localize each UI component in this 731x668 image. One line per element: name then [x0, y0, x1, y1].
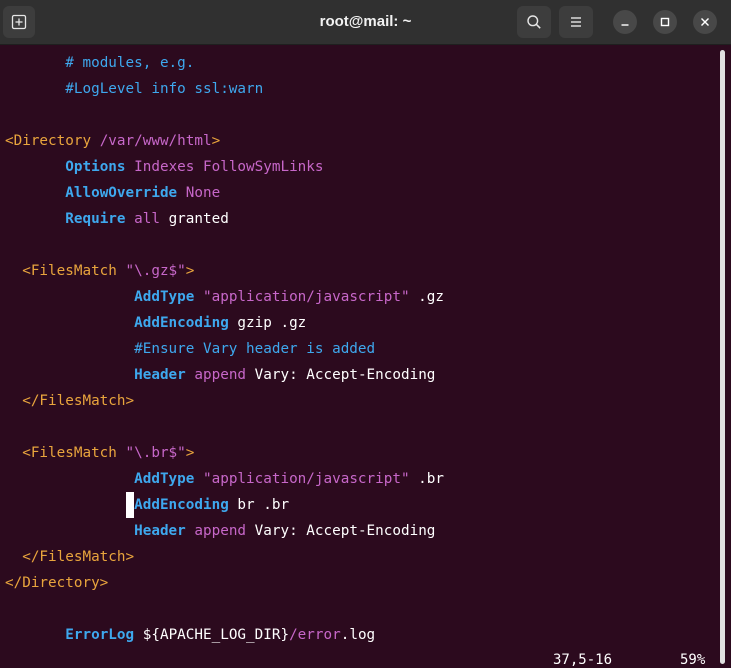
code-token: > — [185, 263, 195, 279]
scroll-percent: 59% — [680, 652, 706, 668]
minimize-icon — [621, 24, 629, 26]
code-token: > — [211, 133, 221, 149]
code-token: <FilesMatch — [22, 263, 126, 279]
code-token: Header — [134, 523, 186, 539]
code-token: </Directory> — [5, 575, 109, 591]
code-token: br .br — [228, 497, 290, 513]
code-token: granted — [159, 211, 229, 227]
code-token: </FilesMatch> — [22, 549, 135, 565]
code-token: #Ensure Vary header is added — [134, 341, 376, 357]
code-token: Indexes FollowSymLinks — [125, 159, 324, 175]
terminal-line: Require all granted — [5, 206, 229, 232]
code-token: Vary: Accept-Encoding — [246, 367, 436, 383]
terminal-line: <Directory /var/www/html> — [5, 128, 220, 154]
code-token: "application/javascript" — [194, 471, 410, 487]
terminal-line: AddEncoding gzip .gz — [5, 310, 306, 336]
terminal-line: #Ensure Vary header is added — [5, 336, 375, 362]
scrollbar-thumb[interactable] — [720, 50, 725, 664]
code-token: None — [177, 185, 221, 201]
menu-button[interactable] — [559, 6, 593, 38]
code-token: gzip .gz — [228, 315, 307, 331]
terminal-text-area[interactable]: # modules, e.g. #LogLevel info ssl:warn <… — [0, 44, 720, 668]
terminal-line: AddType "application/javascript" .gz — [5, 284, 444, 310]
code-token: "\.br$" — [125, 445, 186, 461]
code-token: Options — [65, 159, 126, 175]
code-token: AllowOverride — [65, 185, 178, 201]
code-token: #LogLevel info ssl:warn — [65, 81, 264, 97]
terminal-line: Options Indexes FollowSymLinks — [5, 154, 324, 180]
code-token: append — [185, 523, 247, 539]
code-token: .br — [409, 471, 445, 487]
code-token: AddType — [134, 289, 195, 305]
terminal-line: </Directory> — [5, 570, 108, 596]
code-token: ${APACHE_LOG_DIR} — [134, 627, 290, 643]
code-token: .gz — [409, 289, 445, 305]
code-token: AddEncoding — [134, 497, 229, 513]
maximize-icon — [660, 17, 670, 27]
text-cursor — [125, 492, 135, 518]
code-token: Require — [65, 211, 126, 227]
code-token: .log — [340, 627, 376, 643]
terminal-line: Header append Vary: Accept-Encoding — [5, 518, 435, 544]
code-token: Vary: Accept-Encoding — [246, 523, 436, 539]
code-token: <Directory — [5, 133, 100, 149]
terminal-line: # modules, e.g. — [5, 50, 194, 76]
code-token: Header — [134, 367, 186, 383]
maximize-button[interactable] — [653, 10, 677, 34]
terminal-line: <FilesMatch "\.gz$"> — [5, 258, 194, 284]
code-token: all — [125, 211, 160, 227]
code-token: append — [185, 367, 247, 383]
close-button[interactable] — [693, 10, 717, 34]
code-token: </FilesMatch> — [22, 393, 135, 409]
minimize-button[interactable] — [613, 10, 637, 34]
code-token: /var/www/html — [99, 133, 212, 149]
code-token: "\.gz$" — [125, 263, 186, 279]
code-token: # modules, e.g. — [65, 55, 195, 71]
code-token: AddType — [134, 471, 195, 487]
code-token: AddEncoding — [134, 315, 229, 331]
search-button[interactable] — [517, 6, 551, 38]
search-icon — [527, 15, 541, 29]
code-token: /error — [289, 627, 341, 643]
title-bar: root@mail: ~ — [0, 0, 731, 45]
code-token: <FilesMatch — [22, 445, 126, 461]
terminal-line: </FilesMatch> — [5, 388, 134, 414]
terminal-line: AddType "application/javascript" .br — [5, 466, 444, 492]
terminal-line: AllowOverride None — [5, 180, 220, 206]
code-token: > — [185, 445, 195, 461]
terminal-line: ErrorLog ${APACHE_LOG_DIR}/error.log — [5, 622, 375, 648]
close-icon — [701, 18, 709, 26]
terminal-line: #LogLevel info ssl:warn — [5, 76, 263, 102]
terminal-line: Header append Vary: Accept-Encoding — [5, 362, 435, 388]
code-token: ErrorLog — [65, 627, 135, 643]
cursor-position: 37,5-16 — [553, 652, 613, 668]
terminal-line: <FilesMatch "\.br$"> — [5, 440, 194, 466]
terminal-line: </FilesMatch> — [5, 544, 134, 570]
terminal-line: AddEncoding br .br — [5, 492, 289, 518]
code-token: "application/javascript" — [194, 289, 410, 305]
hamburger-menu-icon — [571, 17, 581, 27]
